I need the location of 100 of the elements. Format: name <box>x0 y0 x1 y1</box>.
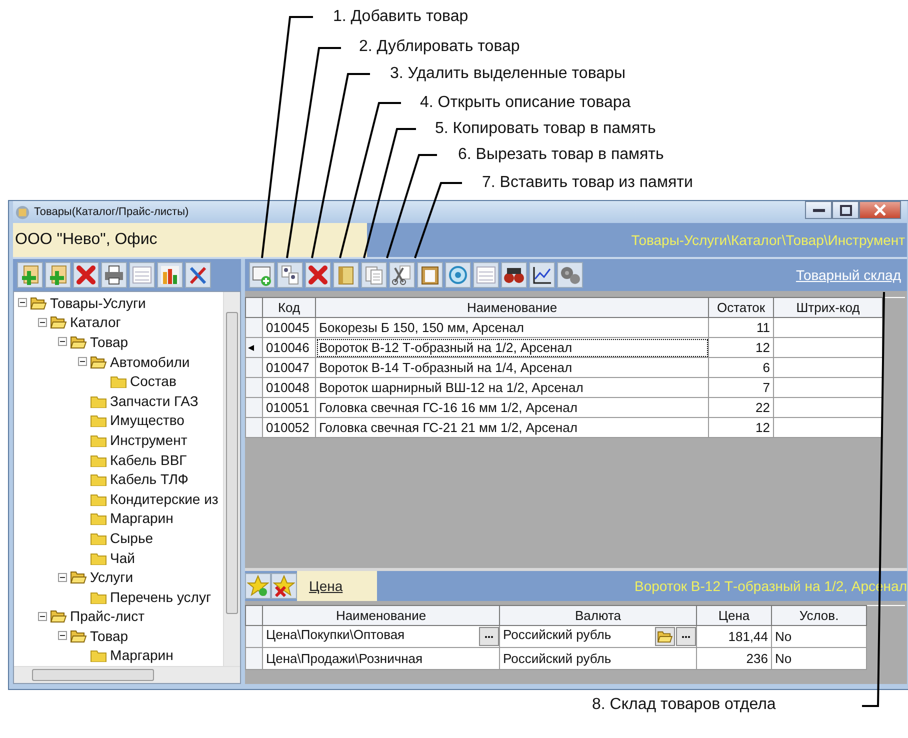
folder-icon <box>70 334 87 349</box>
table-cell: 010046 <box>262 338 316 358</box>
printer-icon <box>103 264 125 286</box>
book-button[interactable] <box>333 262 359 288</box>
tree-item[interactable]: Услуги <box>90 569 134 586</box>
delete-icon <box>75 264 97 286</box>
collapse-icon[interactable] <box>18 298 27 308</box>
table-cell: 6 <box>708 358 774 378</box>
collapse-icon[interactable] <box>58 337 67 346</box>
folder-icon <box>657 630 673 643</box>
scrollbar-thumb[interactable] <box>226 312 238 614</box>
column-header[interactable]: Наименование <box>316 298 708 318</box>
collapse-icon[interactable] <box>38 318 47 327</box>
ellipsis-button[interactable] <box>479 627 499 646</box>
folder-icon <box>50 609 67 624</box>
tree-item[interactable]: Прайс-лист <box>70 608 145 624</box>
column-header[interactable]: Остаток <box>708 298 774 318</box>
table-cell: 12 <box>708 418 774 438</box>
tree-item[interactable]: Товары-Услуги <box>50 294 146 311</box>
table-cell: Российский рубль <box>503 651 612 666</box>
column-header[interactable]: Валюта <box>500 606 696 626</box>
ellipsis-button[interactable] <box>676 627 696 646</box>
close-icon <box>874 204 886 216</box>
tree-item[interactable]: Кондитерские из <box>110 490 218 507</box>
folder-icon <box>90 530 107 545</box>
callout-label: 7. Вставить товар из памяти <box>482 174 693 192</box>
collapse-icon[interactable] <box>58 572 67 582</box>
callout-label: 3. Удалить выделенные товары <box>390 65 626 83</box>
tree-item[interactable]: Маргарин <box>110 510 174 526</box>
tree-item[interactable]: Каталог <box>70 314 121 330</box>
close-button[interactable] <box>859 201 901 219</box>
folder-icon <box>70 628 87 643</box>
add-button[interactable] <box>45 262 71 288</box>
maximize-button[interactable] <box>832 201 859 219</box>
column-header[interactable]: Штрих-код <box>774 298 882 318</box>
open-button[interactable] <box>655 627 675 646</box>
app-icon <box>15 204 30 220</box>
tree-item[interactable]: Кабель ВВГ <box>110 452 187 468</box>
tree-item[interactable]: Перечень услуг <box>110 588 212 605</box>
star-add-button[interactable] <box>245 573 271 599</box>
tree-item[interactable]: Товар <box>90 334 128 350</box>
folder-icon <box>90 472 107 486</box>
star-delete-icon <box>273 575 295 597</box>
collapse-icon[interactable] <box>78 357 87 366</box>
tree-item[interactable]: Инструмент <box>110 432 188 448</box>
vertical-scrollbar[interactable] <box>223 292 240 666</box>
horizontal-scrollbar[interactable] <box>14 666 240 683</box>
callout-label: 8. Склад товаров отдела <box>592 696 776 714</box>
table-cell: 010048 <box>262 378 316 398</box>
table-cell: 22 <box>708 398 774 418</box>
column-header[interactable]: Наименование <box>262 606 500 626</box>
paste-icon <box>419 264 441 286</box>
paste-button[interactable] <box>417 262 443 288</box>
tree-item[interactable]: Чай <box>110 550 135 566</box>
printer-button[interactable] <box>101 262 127 288</box>
tree-item[interactable]: Сырье <box>110 530 154 546</box>
tree-item[interactable]: Запчасти ГАЗ <box>110 392 198 409</box>
collapse-icon[interactable] <box>58 631 67 640</box>
tree-item[interactable]: Имущество <box>110 412 184 428</box>
column-header[interactable]: Услов. <box>772 606 866 626</box>
collapse-icon[interactable] <box>38 612 47 621</box>
folder-icon <box>90 432 107 447</box>
table-cell: No <box>772 648 866 670</box>
refresh-button[interactable] <box>445 262 471 288</box>
table-cell: 181,44 <box>696 626 772 648</box>
duplicate-button[interactable] <box>277 262 303 288</box>
add-button[interactable] <box>17 262 43 288</box>
window-title: Товары(Каталог/Прайс-листы) <box>34 206 189 218</box>
delete-button[interactable] <box>73 262 99 288</box>
maximize-icon <box>840 204 852 216</box>
scrollbar-thumb[interactable] <box>32 669 154 681</box>
star-delete-button[interactable] <box>271 573 297 599</box>
column-header[interactable]: Код <box>262 298 316 318</box>
tools-button[interactable] <box>185 262 211 288</box>
folder-icon <box>90 648 107 662</box>
minimize-button[interactable] <box>805 201 832 219</box>
callout-label: 6. Вырезать товар в память <box>458 146 664 164</box>
new-document-button[interactable] <box>249 262 275 288</box>
delete-button[interactable] <box>305 262 331 288</box>
list-icon <box>131 264 153 286</box>
binoculars-button[interactable] <box>501 262 527 288</box>
tree-item[interactable]: Товар <box>90 628 128 644</box>
line-chart-button[interactable] <box>529 262 555 288</box>
table-cell: Цена\Покупки\Оптовая <box>266 627 405 642</box>
table-cell: 7 <box>708 378 774 398</box>
tree-item[interactable]: Состав <box>130 373 176 390</box>
tab[interactable]: Цена <box>297 571 377 601</box>
folder-icon <box>90 511 107 526</box>
callout-label: 1. Добавить товар <box>333 8 468 26</box>
tree-item[interactable]: Маргарин <box>110 647 174 664</box>
table-cell: Головка свечная ГС-16 16 мм 1/2, Арсенал <box>316 398 708 418</box>
table-cell: 11 <box>708 318 774 338</box>
folder-icon <box>50 315 67 330</box>
bar-chart-button[interactable] <box>157 262 183 288</box>
column-header[interactable]: Цена <box>696 606 772 626</box>
table-cell: 236 <box>696 648 772 670</box>
tree-item[interactable]: Кабель ТЛФ <box>110 471 188 488</box>
tree-item[interactable]: Автомобили <box>110 354 190 370</box>
table-cell: Цена\Продажи\Розничная <box>266 651 423 666</box>
cut-button[interactable] <box>389 262 415 288</box>
